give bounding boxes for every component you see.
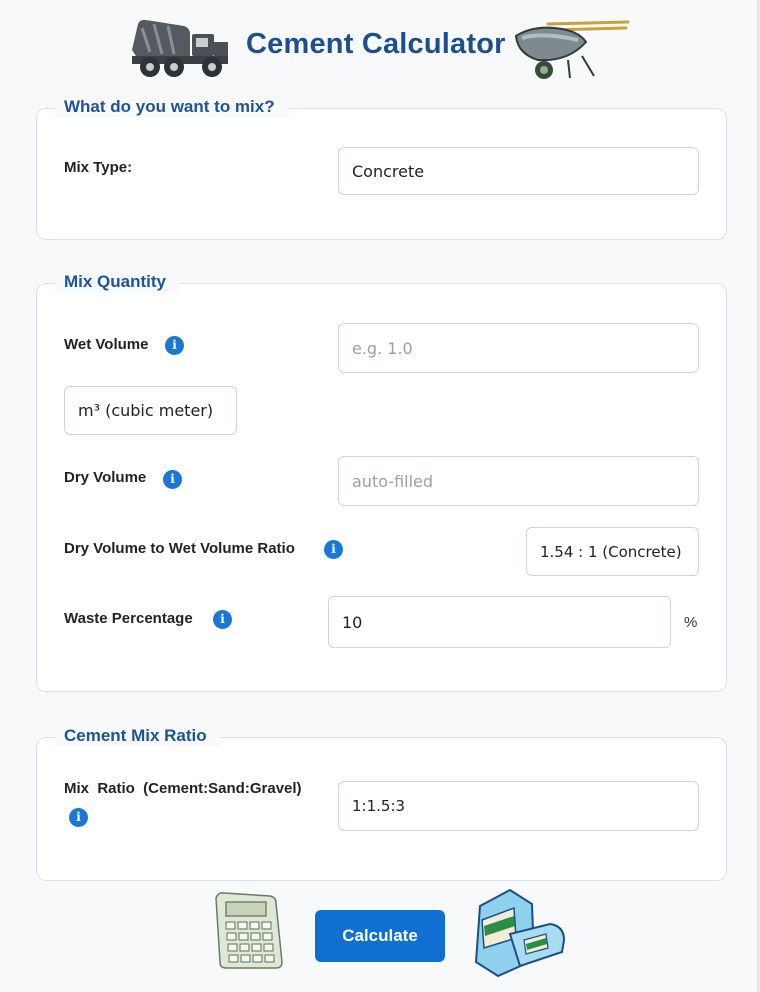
- page: Cement Calculator What do you want to mi…: [0, 0, 758, 992]
- mix-type-section: What do you want to mix? Mix Type: Concr…: [36, 97, 727, 240]
- dry-volume-label: Dry Volume: [64, 469, 147, 486]
- mix-quantity-section: Mix Quantity Wet Volume i e.g. 1.0 m³ (c…: [36, 272, 727, 692]
- cement-truck-icon: [132, 19, 228, 77]
- info-icon[interactable]: i: [324, 540, 343, 559]
- mix-ratio-input[interactable]: 1:1.5:3: [338, 781, 699, 831]
- info-icon[interactable]: i: [165, 336, 184, 355]
- cement-mix-ratio-section: Cement Mix Ratio Mix Ratio (Cement:Sand:…: [36, 726, 727, 881]
- waste-percentage-label: Waste Percentage: [64, 610, 193, 627]
- header: Cement Calculator: [0, 0, 757, 90]
- section-legend: What do you want to mix?: [55, 97, 289, 117]
- page-title: Cement Calculator: [246, 28, 506, 60]
- waste-percentage-input[interactable]: 10: [328, 596, 671, 648]
- cement-bag-icon: [474, 888, 566, 978]
- section-legend: Mix Quantity: [55, 272, 181, 292]
- info-icon[interactable]: i: [69, 808, 88, 827]
- wet-volume-label: Wet Volume: [64, 336, 149, 353]
- wet-volume-input[interactable]: e.g. 1.0: [338, 323, 699, 373]
- ratio-select[interactable]: 1.54 : 1 (Concrete): [526, 527, 699, 576]
- volume-unit-select[interactable]: m³ (cubic meter): [64, 386, 237, 435]
- mix-type-select[interactable]: Concrete: [338, 147, 699, 195]
- wheelbarrow-icon: [514, 20, 630, 79]
- ratio-label: Dry Volume to Wet Volume Ratio: [64, 540, 295, 557]
- dry-volume-input[interactable]: auto-filled: [338, 456, 699, 506]
- calculate-button[interactable]: Calculate: [315, 910, 445, 962]
- section-legend: Cement Mix Ratio: [55, 726, 221, 746]
- percent-unit: %: [684, 614, 698, 631]
- info-icon[interactable]: i: [163, 470, 182, 489]
- mix-ratio-label: Mix Ratio (Cement:Sand:Gravel): [64, 780, 302, 797]
- calculator-icon: [215, 892, 283, 969]
- mix-type-label: Mix Type:: [64, 159, 133, 176]
- info-icon[interactable]: i: [213, 610, 232, 629]
